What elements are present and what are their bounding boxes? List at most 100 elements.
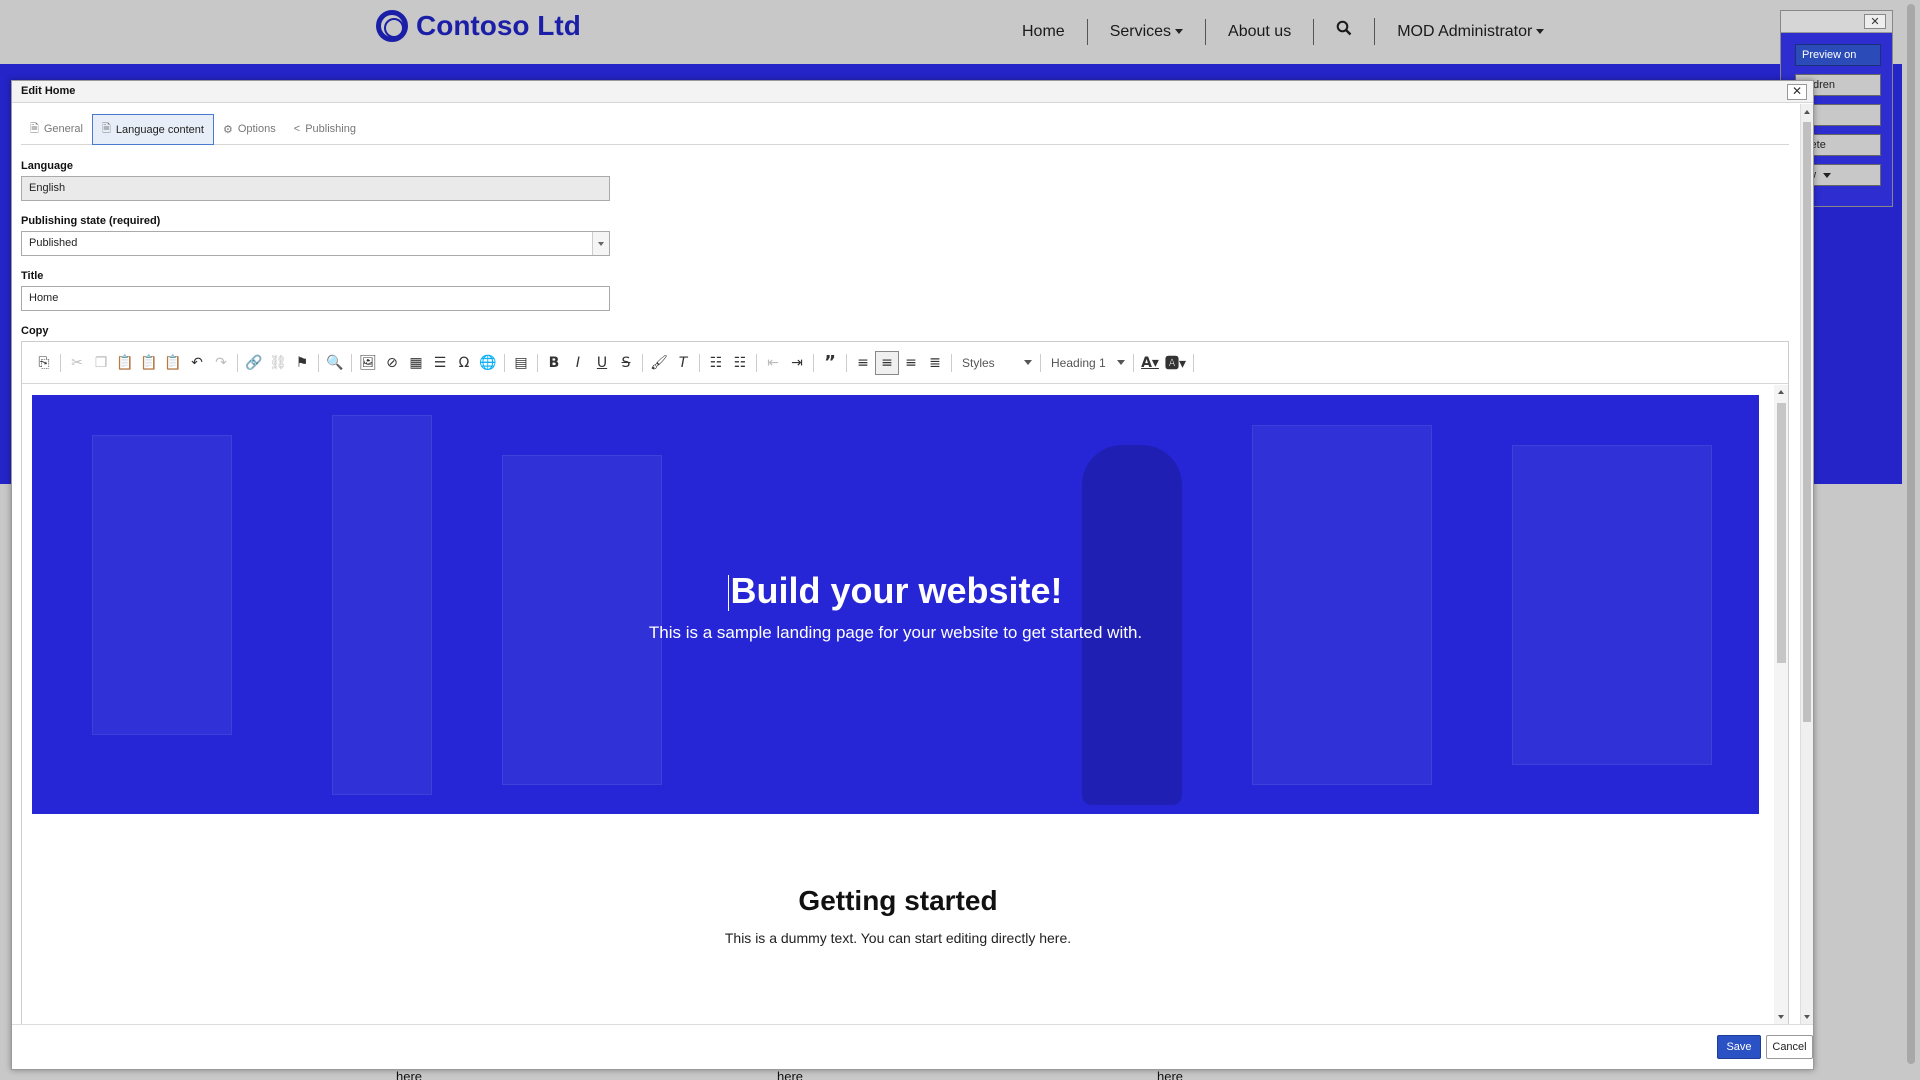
toolbar-divider bbox=[951, 353, 952, 372]
section-title[interactable]: Getting started bbox=[22, 885, 1774, 917]
tab-publishing[interactable]: < Publishing bbox=[285, 114, 365, 144]
editor-content[interactable]: Build your website! This is a sample lan… bbox=[22, 385, 1788, 1024]
chevron-down-icon bbox=[1823, 172, 1832, 178]
dialog-scroll-thumb[interactable] bbox=[1803, 122, 1811, 722]
tab-label: Language content bbox=[115, 123, 204, 136]
scroll-up-icon[interactable] bbox=[1778, 390, 1784, 394]
toolbar-divider bbox=[1193, 353, 1195, 372]
nav-search[interactable] bbox=[1314, 18, 1376, 45]
italic-icon[interactable]: I bbox=[566, 351, 590, 375]
chevron-down-icon bbox=[1024, 360, 1032, 365]
scroll-down-icon[interactable] bbox=[1804, 1015, 1810, 1019]
align-justify-icon[interactable]: ≣ bbox=[923, 351, 947, 375]
nav-home[interactable]: Home bbox=[1000, 18, 1088, 45]
underline-icon[interactable]: U bbox=[590, 351, 614, 375]
align-center-icon[interactable]: ≡ bbox=[875, 350, 899, 375]
paste-word-icon[interactable]: 📋 bbox=[161, 351, 185, 375]
align-left-icon[interactable]: ≡ bbox=[851, 351, 875, 375]
close-icon[interactable]: ✕ bbox=[1787, 84, 1807, 100]
cancel-button[interactable]: Cancel bbox=[1766, 1035, 1813, 1059]
tab-options[interactable]: ⚙ Options bbox=[214, 114, 285, 144]
close-icon[interactable]: ✕ bbox=[1864, 14, 1886, 29]
chevron-down-icon[interactable] bbox=[592, 232, 609, 255]
scroll-down-icon[interactable] bbox=[1778, 1015, 1784, 1019]
toolbar-divider bbox=[537, 353, 538, 372]
chevron-down-icon bbox=[1175, 28, 1184, 34]
dialog-scrollbar[interactable] bbox=[1800, 104, 1813, 1025]
numbered-list-icon[interactable]: ☷ bbox=[704, 351, 728, 375]
source-icon[interactable]: ⎘ bbox=[32, 351, 56, 375]
hero-title-text: Build your website! bbox=[730, 570, 1063, 611]
flash-icon[interactable]: ⊘ bbox=[380, 351, 404, 375]
paste-text-icon[interactable]: 📋 bbox=[137, 351, 161, 375]
table-icon[interactable]: ▦ bbox=[404, 351, 428, 375]
title-field[interactable]: Home bbox=[21, 286, 610, 311]
publishing-state-select[interactable]: Published bbox=[21, 231, 610, 256]
share-icon: < bbox=[293, 123, 301, 135]
bold-icon[interactable]: B bbox=[542, 351, 566, 375]
iframe-icon[interactable]: 🌐 bbox=[476, 351, 500, 375]
hero-title[interactable]: Build your website! bbox=[32, 570, 1759, 612]
nav-user-menu[interactable]: MOD Administrator bbox=[1375, 19, 1566, 45]
preview-button[interactable]: Preview on bbox=[1795, 44, 1881, 66]
page-scroll-thumb[interactable] bbox=[1907, 4, 1915, 1064]
toolbar-divider bbox=[318, 353, 319, 372]
clear-format-icon[interactable]: T bbox=[671, 351, 695, 375]
outdent-icon[interactable]: ⇤ bbox=[761, 351, 785, 375]
bulleted-list-icon[interactable]: ☷ bbox=[728, 351, 752, 375]
nav-about[interactable]: About us bbox=[1206, 18, 1315, 45]
styles-label: Styles bbox=[962, 355, 995, 370]
format-dropdown[interactable]: Heading 1 bbox=[1045, 352, 1129, 374]
editor-scrollbar[interactable] bbox=[1774, 385, 1788, 1024]
align-right-icon[interactable]: ≡ bbox=[899, 351, 923, 375]
link-icon[interactable]: 🔗 bbox=[242, 351, 266, 375]
save-button[interactable]: Save bbox=[1717, 1035, 1761, 1059]
page-scrollbar[interactable] bbox=[1902, 0, 1920, 1080]
undo-icon[interactable]: ↶ bbox=[185, 351, 209, 375]
background-color-icon[interactable]: 🅰▾ bbox=[1162, 351, 1189, 375]
unlink-icon[interactable]: ⛓ bbox=[266, 351, 290, 375]
paste-icon[interactable]: 📋 bbox=[113, 351, 137, 375]
language-field[interactable]: English bbox=[21, 176, 610, 201]
nav-services[interactable]: Services bbox=[1088, 18, 1207, 45]
template-icon[interactable]: ▤ bbox=[509, 351, 533, 375]
toolbar-divider bbox=[642, 353, 643, 372]
toolbar-divider bbox=[504, 353, 505, 372]
dialog-titlebar: Edit Home ✕ bbox=[12, 81, 1813, 103]
document-icon: 🗎 bbox=[102, 123, 111, 135]
title-label: Title bbox=[21, 270, 44, 282]
redo-icon[interactable]: ↷ bbox=[209, 351, 233, 375]
find-icon[interactable]: 🔍 bbox=[323, 351, 347, 375]
edit-dialog: Edit Home ✕ 🗎 General 🗎 Language content… bbox=[11, 80, 1814, 1070]
cut-icon[interactable]: ✂ bbox=[65, 351, 89, 375]
image-icon[interactable]: 🖼 bbox=[356, 351, 380, 375]
format-painter-icon[interactable]: 🖌 bbox=[647, 351, 671, 375]
horizontal-rule-icon[interactable]: ☰ bbox=[428, 351, 452, 375]
hero-banner[interactable]: Build your website! This is a sample lan… bbox=[32, 395, 1759, 814]
site-logo[interactable]: Contoso Ltd bbox=[376, 10, 581, 42]
anchor-flag-icon[interactable]: ⚑ bbox=[290, 351, 314, 375]
editor-scroll-thumb[interactable] bbox=[1777, 403, 1786, 663]
nav-services-label: Services bbox=[1109, 22, 1172, 40]
blockquote-icon[interactable]: ” bbox=[818, 351, 842, 375]
text-color-icon[interactable]: A▾ bbox=[1138, 351, 1162, 375]
strikethrough-icon[interactable]: S bbox=[614, 351, 638, 375]
dialog-body: 🗎 General 🗎 Language content ⚙ Options <… bbox=[12, 104, 1802, 1025]
background-text: here bbox=[396, 1069, 423, 1080]
copy-icon[interactable]: ❐ bbox=[89, 351, 113, 375]
document-icon: 🗎 bbox=[30, 122, 39, 135]
background-text: here bbox=[777, 1069, 804, 1080]
special-char-icon[interactable]: Ω bbox=[452, 351, 476, 375]
section-text[interactable]: This is a dummy text. You can start edit… bbox=[22, 930, 1774, 946]
tab-language-content[interactable]: 🗎 Language content bbox=[92, 114, 214, 145]
nav-user-label: MOD Administrator bbox=[1397, 22, 1533, 40]
format-label: Heading 1 bbox=[1051, 355, 1106, 370]
styles-dropdown[interactable]: Styles bbox=[956, 352, 1036, 374]
publishing-state-value: Published bbox=[29, 237, 78, 249]
nav-home-label: Home bbox=[1022, 22, 1065, 40]
tab-general[interactable]: 🗎 General bbox=[21, 114, 92, 144]
hero-subtitle[interactable]: This is a sample landing page for your w… bbox=[32, 623, 1759, 643]
indent-icon[interactable]: ⇥ bbox=[785, 351, 809, 375]
brand-name: Contoso Ltd bbox=[416, 10, 581, 41]
scroll-up-icon[interactable] bbox=[1804, 110, 1810, 114]
